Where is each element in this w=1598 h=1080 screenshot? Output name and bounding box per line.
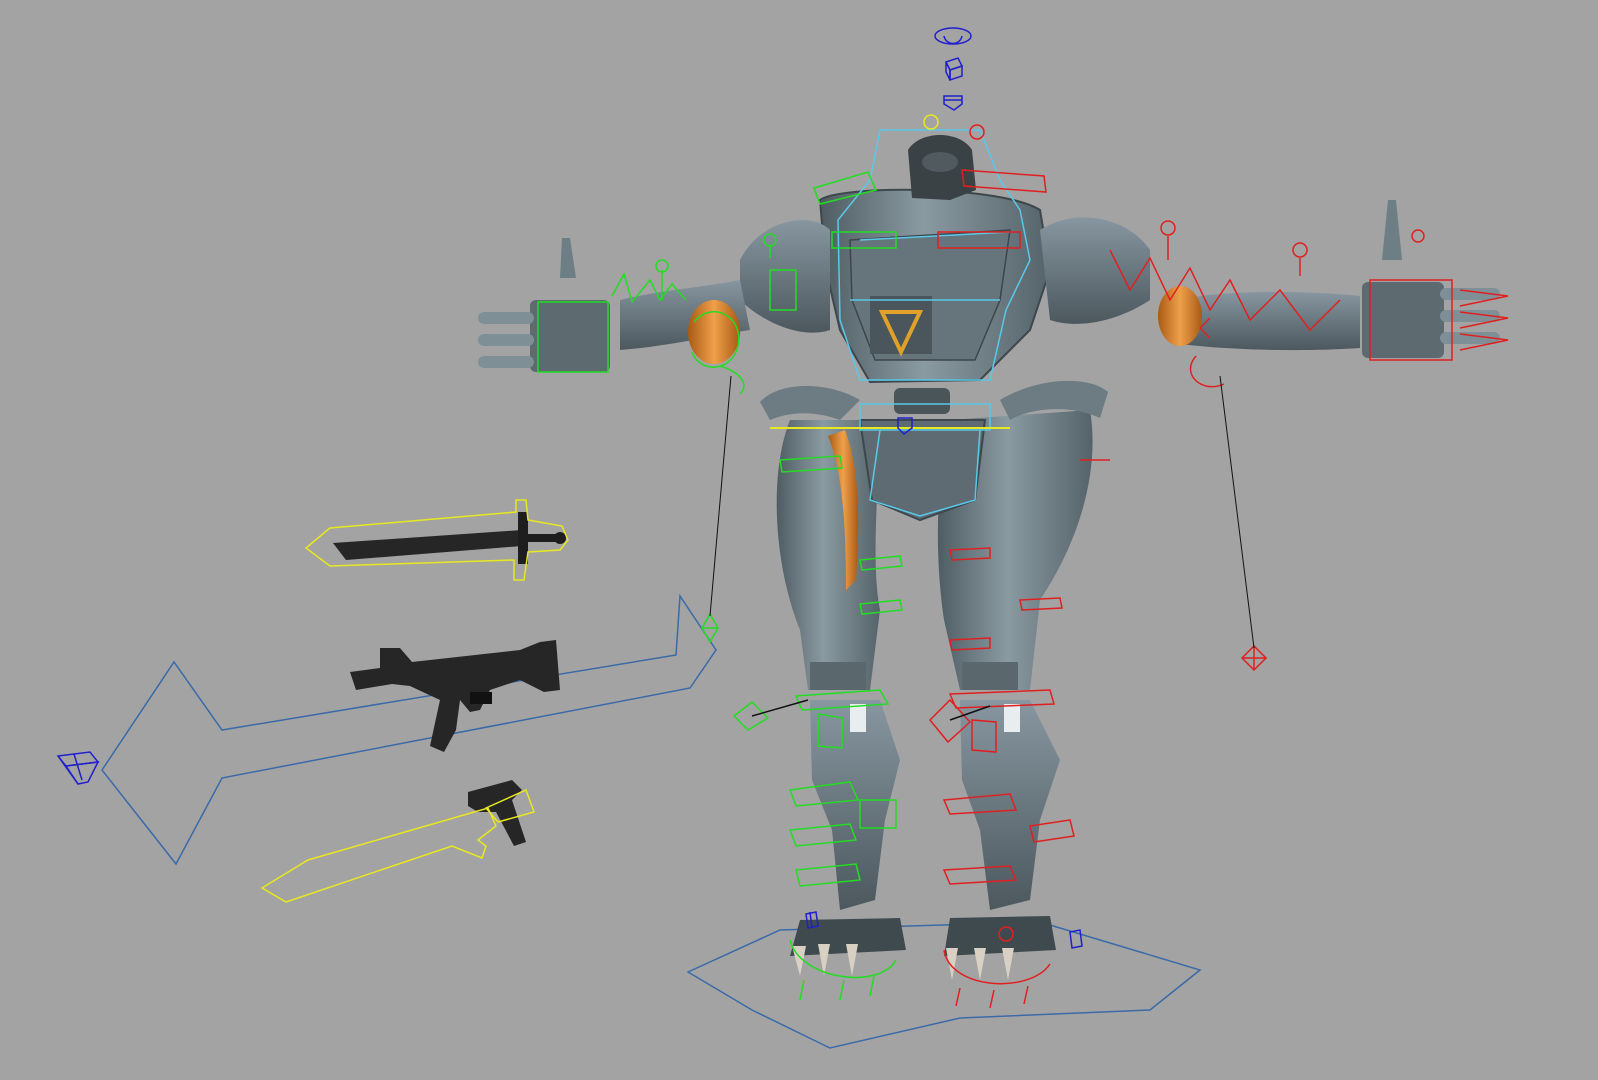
maya-viewport[interactable]	[0, 0, 1598, 1080]
pistol-weapon[interactable]	[260, 780, 535, 903]
sword-weapon[interactable]	[304, 499, 569, 581]
rifle-weapon[interactable]	[350, 640, 560, 752]
master-ground-control[interactable]	[686, 921, 1202, 1049]
scene-canvas[interactable]	[0, 0, 1598, 1080]
cube-locator-icon[interactable]	[943, 95, 963, 111]
eye-locator-icon[interactable]	[934, 27, 972, 45]
camera-locator-icon[interactable]	[56, 751, 100, 785]
head-control[interactable]	[923, 114, 939, 130]
diamond-locator-icon[interactable]	[701, 612, 719, 644]
diamond-locator-icon[interactable]	[1240, 644, 1268, 672]
weapon-arrow-control[interactable]	[101, 593, 717, 866]
pistol-control[interactable]	[260, 807, 497, 903]
left-pole-vector-line	[709, 375, 732, 617]
cube-locator-icon[interactable]	[944, 57, 964, 82]
right-pole-vector-line	[1219, 375, 1255, 649]
